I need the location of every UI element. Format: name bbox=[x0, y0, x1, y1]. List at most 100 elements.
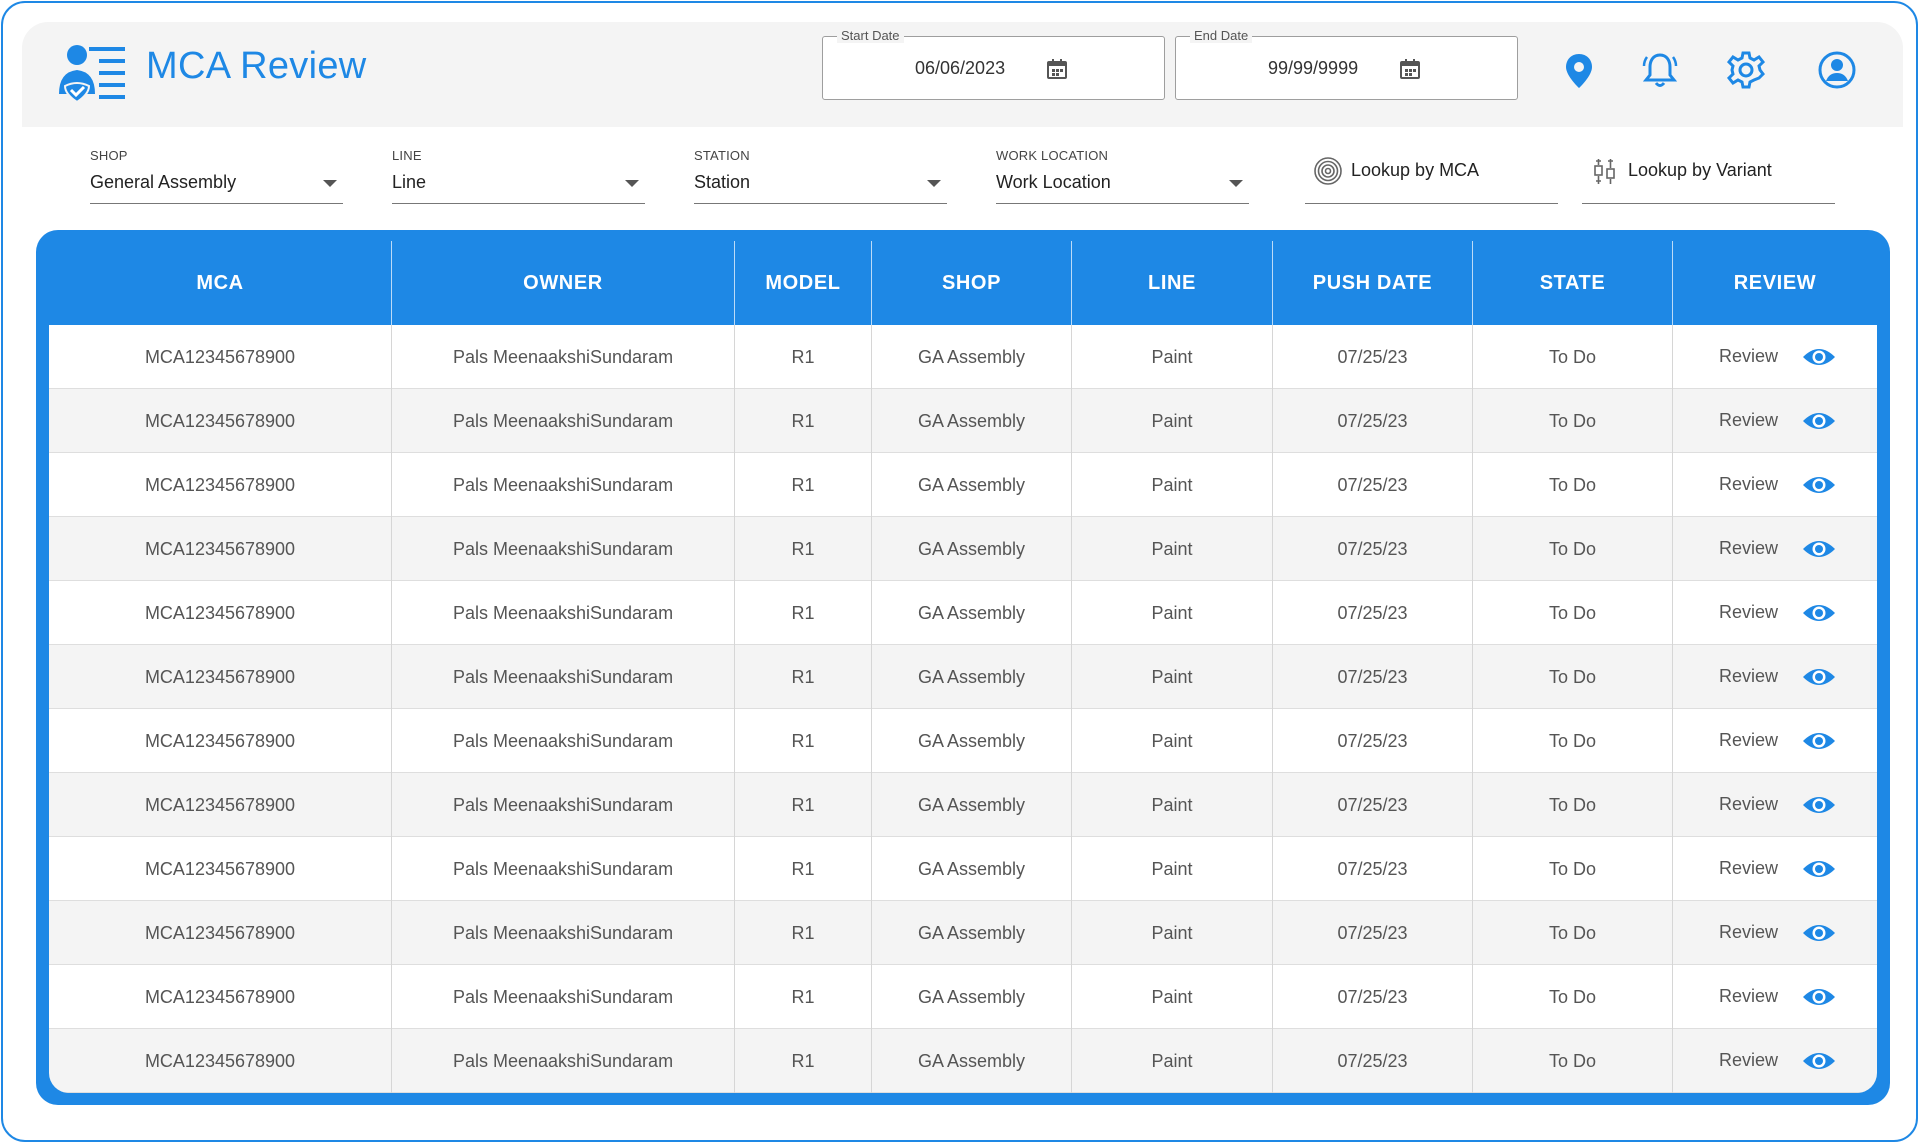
line-cell: Paint bbox=[1072, 645, 1273, 709]
eye-view-icon[interactable] bbox=[1802, 600, 1836, 626]
mca-cell: MCA12345678900 bbox=[49, 389, 392, 453]
end-date-value: 99/99/9999 bbox=[1268, 58, 1359, 78]
station-label: STATION bbox=[694, 148, 750, 163]
shop-cell: GA Assembly bbox=[872, 581, 1072, 645]
lookup-by-mca-button[interactable]: Lookup by MCA bbox=[1305, 148, 1558, 204]
column-header-line[interactable]: LINE bbox=[1072, 241, 1273, 325]
model-cell: R1 bbox=[735, 645, 872, 709]
table-row: MCA12345678900 Pals MeenaakshiSundaram R1 G… bbox=[49, 901, 1877, 965]
eye-view-icon[interactable] bbox=[1802, 408, 1836, 434]
table-row: MCA12345678900 Pals MeenaakshiSundaram R1 G… bbox=[49, 1029, 1877, 1093]
calendar-icon[interactable] bbox=[1045, 57, 1069, 81]
review-link[interactable]: Review bbox=[1719, 794, 1778, 815]
owner-cell: Pals MeenaakshiSundaram bbox=[392, 709, 735, 773]
end-date-field[interactable]: End Date 99/99/9999 bbox=[1175, 29, 1518, 100]
app-title: MCA Review bbox=[146, 45, 367, 87]
review-cell[interactable]: Review bbox=[1673, 389, 1877, 453]
eye-view-icon[interactable] bbox=[1802, 664, 1836, 690]
settings-gear-icon[interactable] bbox=[1724, 48, 1768, 92]
column-header-state[interactable]: STATE bbox=[1473, 241, 1673, 325]
review-cell[interactable]: Review bbox=[1673, 837, 1877, 901]
lookup-by-variant-button[interactable]: Lookup by Variant bbox=[1582, 148, 1835, 204]
shop-select[interactable]: SHOP General Assembly bbox=[90, 148, 343, 204]
review-cell[interactable]: Review bbox=[1673, 709, 1877, 773]
eye-view-icon[interactable] bbox=[1802, 1048, 1836, 1074]
shop-cell: GA Assembly bbox=[872, 389, 1072, 453]
review-link[interactable]: Review bbox=[1719, 346, 1778, 367]
owner-cell: Pals MeenaakshiSundaram bbox=[392, 389, 735, 453]
review-link[interactable]: Review bbox=[1719, 730, 1778, 751]
review-cell[interactable]: Review bbox=[1673, 773, 1877, 837]
shop-cell: GA Assembly bbox=[872, 645, 1072, 709]
station-select[interactable]: STATION Station bbox=[694, 148, 947, 204]
state-cell: To Do bbox=[1473, 709, 1673, 773]
shop-cell: GA Assembly bbox=[872, 325, 1072, 389]
review-link[interactable]: Review bbox=[1719, 986, 1778, 1007]
notification-bell-icon[interactable] bbox=[1638, 48, 1682, 92]
user-account-icon[interactable] bbox=[1815, 48, 1859, 92]
eye-view-icon[interactable] bbox=[1802, 984, 1836, 1010]
review-link[interactable]: Review bbox=[1719, 602, 1778, 623]
eye-view-icon[interactable] bbox=[1802, 792, 1836, 818]
line-select[interactable]: LINE Line bbox=[392, 148, 645, 204]
line-value: Line bbox=[392, 172, 427, 192]
column-header-owner[interactable]: OWNER bbox=[392, 241, 735, 325]
table-row: MCA12345678900 Pals MeenaakshiSundaram R1 G… bbox=[49, 325, 1877, 389]
shop-cell: GA Assembly bbox=[872, 773, 1072, 837]
column-header-model[interactable]: MODEL bbox=[735, 241, 872, 325]
review-link[interactable]: Review bbox=[1719, 858, 1778, 879]
column-header-push-date[interactable]: PUSH DATE bbox=[1273, 241, 1473, 325]
eye-view-icon[interactable] bbox=[1802, 728, 1836, 754]
review-cell[interactable]: Review bbox=[1673, 1029, 1877, 1093]
column-header-shop[interactable]: SHOP bbox=[872, 241, 1072, 325]
line-cell: Paint bbox=[1072, 709, 1273, 773]
review-link[interactable]: Review bbox=[1719, 474, 1778, 495]
line-cell: Paint bbox=[1072, 517, 1273, 581]
end-date-label: End Date bbox=[1190, 29, 1253, 43]
chevron-down-icon[interactable] bbox=[625, 180, 639, 187]
owner-cell: Pals MeenaakshiSundaram bbox=[392, 965, 735, 1029]
shop-cell: GA Assembly bbox=[872, 1029, 1072, 1093]
review-cell[interactable]: Review bbox=[1673, 325, 1877, 389]
column-header-mca[interactable]: MCA bbox=[49, 241, 392, 325]
location-pin-icon[interactable] bbox=[1557, 48, 1601, 92]
mca-table: MCA OWNER MODEL SHOP LINE PUSH DATE STAT… bbox=[49, 241, 1877, 1093]
column-header-review[interactable]: REVIEW bbox=[1673, 241, 1877, 325]
eye-view-icon[interactable] bbox=[1802, 536, 1836, 562]
review-cell[interactable]: Review bbox=[1673, 581, 1877, 645]
review-cell[interactable]: Review bbox=[1673, 965, 1877, 1029]
top-header: MCA Review Start Date 06/06/2023 End Dat… bbox=[22, 22, 1903, 127]
shop-cell: GA Assembly bbox=[872, 901, 1072, 965]
review-cell[interactable]: Review bbox=[1673, 453, 1877, 517]
mca-cell: MCA12345678900 bbox=[49, 453, 392, 517]
review-link[interactable]: Review bbox=[1719, 538, 1778, 559]
chevron-down-icon[interactable] bbox=[1229, 180, 1243, 187]
work-location-select[interactable]: WORK LOCATION Work Location bbox=[996, 148, 1249, 204]
review-link[interactable]: Review bbox=[1719, 922, 1778, 943]
calendar-icon[interactable] bbox=[1398, 57, 1422, 81]
state-cell: To Do bbox=[1473, 837, 1673, 901]
review-cell[interactable]: Review bbox=[1673, 901, 1877, 965]
chevron-down-icon[interactable] bbox=[323, 180, 337, 187]
state-cell: To Do bbox=[1473, 645, 1673, 709]
lookup-by-mca-label: Lookup by MCA bbox=[1351, 160, 1480, 180]
eye-view-icon[interactable] bbox=[1802, 472, 1836, 498]
review-link[interactable]: Review bbox=[1719, 666, 1778, 687]
model-cell: R1 bbox=[735, 1029, 872, 1093]
push-date-cell: 07/25/23 bbox=[1273, 325, 1473, 389]
state-cell: To Do bbox=[1473, 901, 1673, 965]
model-cell: R1 bbox=[735, 901, 872, 965]
eye-view-icon[interactable] bbox=[1802, 920, 1836, 946]
owner-cell: Pals MeenaakshiSundaram bbox=[392, 1029, 735, 1093]
review-cell[interactable]: Review bbox=[1673, 517, 1877, 581]
start-date-field[interactable]: Start Date 06/06/2023 bbox=[822, 29, 1165, 100]
review-link[interactable]: Review bbox=[1719, 1050, 1778, 1071]
eye-view-icon[interactable] bbox=[1802, 856, 1836, 882]
owner-cell: Pals MeenaakshiSundaram bbox=[392, 581, 735, 645]
chevron-down-icon[interactable] bbox=[927, 180, 941, 187]
review-link[interactable]: Review bbox=[1719, 410, 1778, 431]
eye-view-icon[interactable] bbox=[1802, 344, 1836, 370]
app-frame: MCA Review Start Date 06/06/2023 End Dat… bbox=[1, 1, 1918, 1142]
review-cell[interactable]: Review bbox=[1673, 645, 1877, 709]
push-date-cell: 07/25/23 bbox=[1273, 901, 1473, 965]
